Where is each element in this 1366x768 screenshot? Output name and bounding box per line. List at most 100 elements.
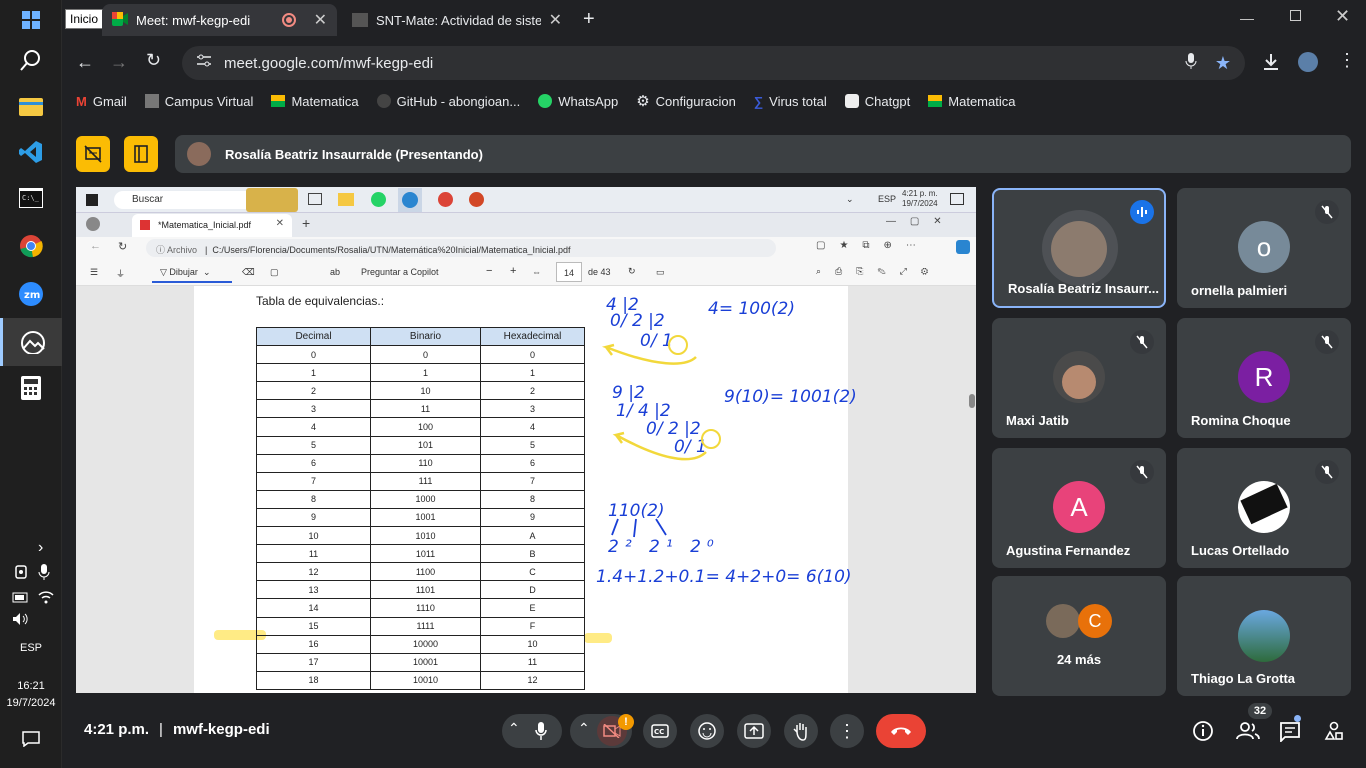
shared-edge-addressbar: ← ↻ ⓘ Archivo | C:/Users/Florencia/Docume… <box>76 237 976 259</box>
back-icon[interactable]: ← <box>76 52 94 73</box>
close-tab-icon[interactable]: ✕ <box>314 10 327 30</box>
table-cell: 1100 <box>370 562 481 582</box>
table-cell: 10010 <box>370 670 481 690</box>
participant-tile[interactable]: Rosalía Beatriz Insaurr... <box>992 188 1166 308</box>
captions-button[interactable]: CC <box>643 714 677 748</box>
calculator-icon[interactable] <box>11 368 51 408</box>
shared-taskview-icon <box>308 193 322 205</box>
bookmark-matematica-2[interactable]: Matematica <box>928 94 1015 109</box>
menu-dots-icon[interactable]: ⋮ <box>1338 50 1356 71</box>
video-options-icon[interactable]: ⌃ <box>578 720 590 737</box>
table-cell: 9 <box>480 507 585 528</box>
address-bar[interactable]: meet.google.com/mwf-kegp-edi ★ <box>182 46 1245 80</box>
site-info-icon[interactable] <box>196 54 212 72</box>
reactions-button[interactable] <box>690 714 724 748</box>
network-status-icon[interactable] <box>14 564 30 585</box>
vscode-icon[interactable] <box>11 132 51 172</box>
tab-label: Meet: mwf-kegp-edi <box>136 12 251 28</box>
shared-copilot-icon <box>956 240 970 254</box>
gmail-icon: M <box>76 93 87 109</box>
stop-presenting-button[interactable] <box>76 136 110 172</box>
profile-avatar[interactable] <box>1298 52 1318 72</box>
table-cell: 10 <box>370 381 481 401</box>
shared-rotate-icon: ↻ <box>628 266 636 276</box>
doc-title: Tabla de equivalencias.: <box>256 294 385 308</box>
new-tab-icon[interactable]: + <box>583 8 595 31</box>
participant-tile[interactable]: Lucas Ortellado <box>1177 448 1351 568</box>
shared-zoom-out-icon: − <box>486 265 493 277</box>
file-explorer-icon[interactable] <box>11 86 51 126</box>
present-button[interactable] <box>737 714 771 748</box>
people-icon[interactable] <box>1236 722 1260 745</box>
search-icon[interactable] <box>11 40 51 80</box>
utn-favicon-icon <box>352 13 368 27</box>
audio-options-icon[interactable]: ⌃ <box>508 720 520 737</box>
participant-tile[interactable]: o ornella palmieri <box>1177 188 1351 308</box>
tab-snt-mate[interactable]: SNT-Mate: Actividad de sistema ✕ <box>342 4 572 36</box>
wifi-icon[interactable] <box>38 590 54 609</box>
meet-app-icon[interactable] <box>0 318 62 366</box>
bookmark-whatsapp[interactable]: WhatsApp <box>538 94 618 109</box>
meet-favicon-icon <box>928 95 943 107</box>
bookmark-configuracion[interactable]: ⚙ Configuracion <box>636 92 736 110</box>
gear-icon: ⚙ <box>636 93 650 110</box>
participant-tile[interactable]: Maxi Jatib <box>992 318 1166 438</box>
bookmark-github[interactable]: GitHub - abongioan... <box>376 94 520 109</box>
table-row: 4 100 4 <box>256 417 585 437</box>
shared-page-total: de 43 <box>588 267 611 277</box>
bookmark-star-icon[interactable]: ★ <box>1215 53 1231 74</box>
leave-call-button[interactable] <box>876 714 926 748</box>
close-tab-icon[interactable]: ✕ <box>549 10 562 30</box>
more-participants-tile[interactable]: C 24 más <box>992 576 1166 696</box>
windows-start-icon[interactable] <box>11 0 51 40</box>
raise-hand-button[interactable] <box>784 714 818 748</box>
shared-copilot-ask: Preguntar a Copilot <box>361 267 439 277</box>
bookmark-chatgpt[interactable]: Chatgpt <box>844 94 910 109</box>
meet-favicon-icon <box>271 95 286 107</box>
meeting-details-icon[interactable] <box>1193 721 1213 746</box>
bookmark-virus-total[interactable]: ∑ Virus total <box>754 94 827 109</box>
activities-icon[interactable] <box>1324 721 1344 746</box>
microphone-icon[interactable] <box>38 564 50 585</box>
table-cell: 16 <box>256 634 371 654</box>
terminal-icon[interactable]: C:\_ <box>11 178 51 218</box>
keyboard-language[interactable]: ESP <box>0 642 62 654</box>
microphone-button-icon[interactable] <box>535 722 547 745</box>
download-icon[interactable] <box>1262 53 1280 76</box>
restore-icon[interactable] <box>1290 10 1301 21</box>
url-text[interactable]: meet.google.com/mwf-kegp-edi <box>224 55 433 72</box>
bookmark-campus-virtual[interactable]: Campus Virtual <box>144 94 253 109</box>
bookmark-matematica[interactable]: Matematica <box>271 94 359 109</box>
battery-icon[interactable] <box>12 590 30 609</box>
participant-tile[interactable]: R Romina Choque <box>1177 318 1351 438</box>
participant-tile[interactable]: A Agustina Fernandez <box>992 448 1166 568</box>
chevron-right-icon[interactable]: › <box>38 539 43 557</box>
bookmark-gmail[interactable]: M Gmail <box>76 94 127 109</box>
table-cell: 15 <box>256 616 371 636</box>
clock-time[interactable]: 16:21 <box>0 680 62 692</box>
chat-icon[interactable] <box>1280 722 1300 747</box>
shared-tray-clock: 4:21 p. m. 19/7/2024 <box>902 189 938 208</box>
tab-meet[interactable]: Meet: mwf-kegp-edi ✕ <box>102 4 337 36</box>
shared-new-tab-icon: + <box>302 215 311 231</box>
close-window-icon[interactable]: ✕ <box>1335 6 1350 27</box>
participant-name: Thiago La Grotta <box>1191 671 1295 686</box>
reload-icon[interactable]: ↻ <box>146 50 161 71</box>
minimize-icon[interactable]: — <box>1240 10 1254 26</box>
chrome-icon[interactable] <box>11 226 51 266</box>
layout-button[interactable] <box>124 136 158 172</box>
participant-tile[interactable]: Thiago La Grotta <box>1177 576 1351 696</box>
forward-icon[interactable]: → <box>110 52 128 73</box>
zoom-icon[interactable]: zm <box>11 274 51 314</box>
notifications-icon[interactable] <box>22 731 40 752</box>
table-cell: 110 <box>370 453 481 473</box>
participant-avatar: o <box>1238 221 1290 273</box>
clock-date[interactable]: 19/7/2024 <box>0 697 62 709</box>
volume-icon[interactable] <box>12 612 30 631</box>
shared-tray-lang: ESP <box>878 194 897 204</box>
mic-search-icon[interactable] <box>1185 53 1197 73</box>
shared-screen[interactable]: Buscar ⌄ ESP 4:21 p. m. 19/7/2024 *Matema… <box>76 187 976 693</box>
shared-eraser-icon: ⌫ <box>242 267 255 277</box>
table-row: 5 101 5 <box>256 435 585 455</box>
more-options-button[interactable]: ⋮ <box>830 714 864 748</box>
